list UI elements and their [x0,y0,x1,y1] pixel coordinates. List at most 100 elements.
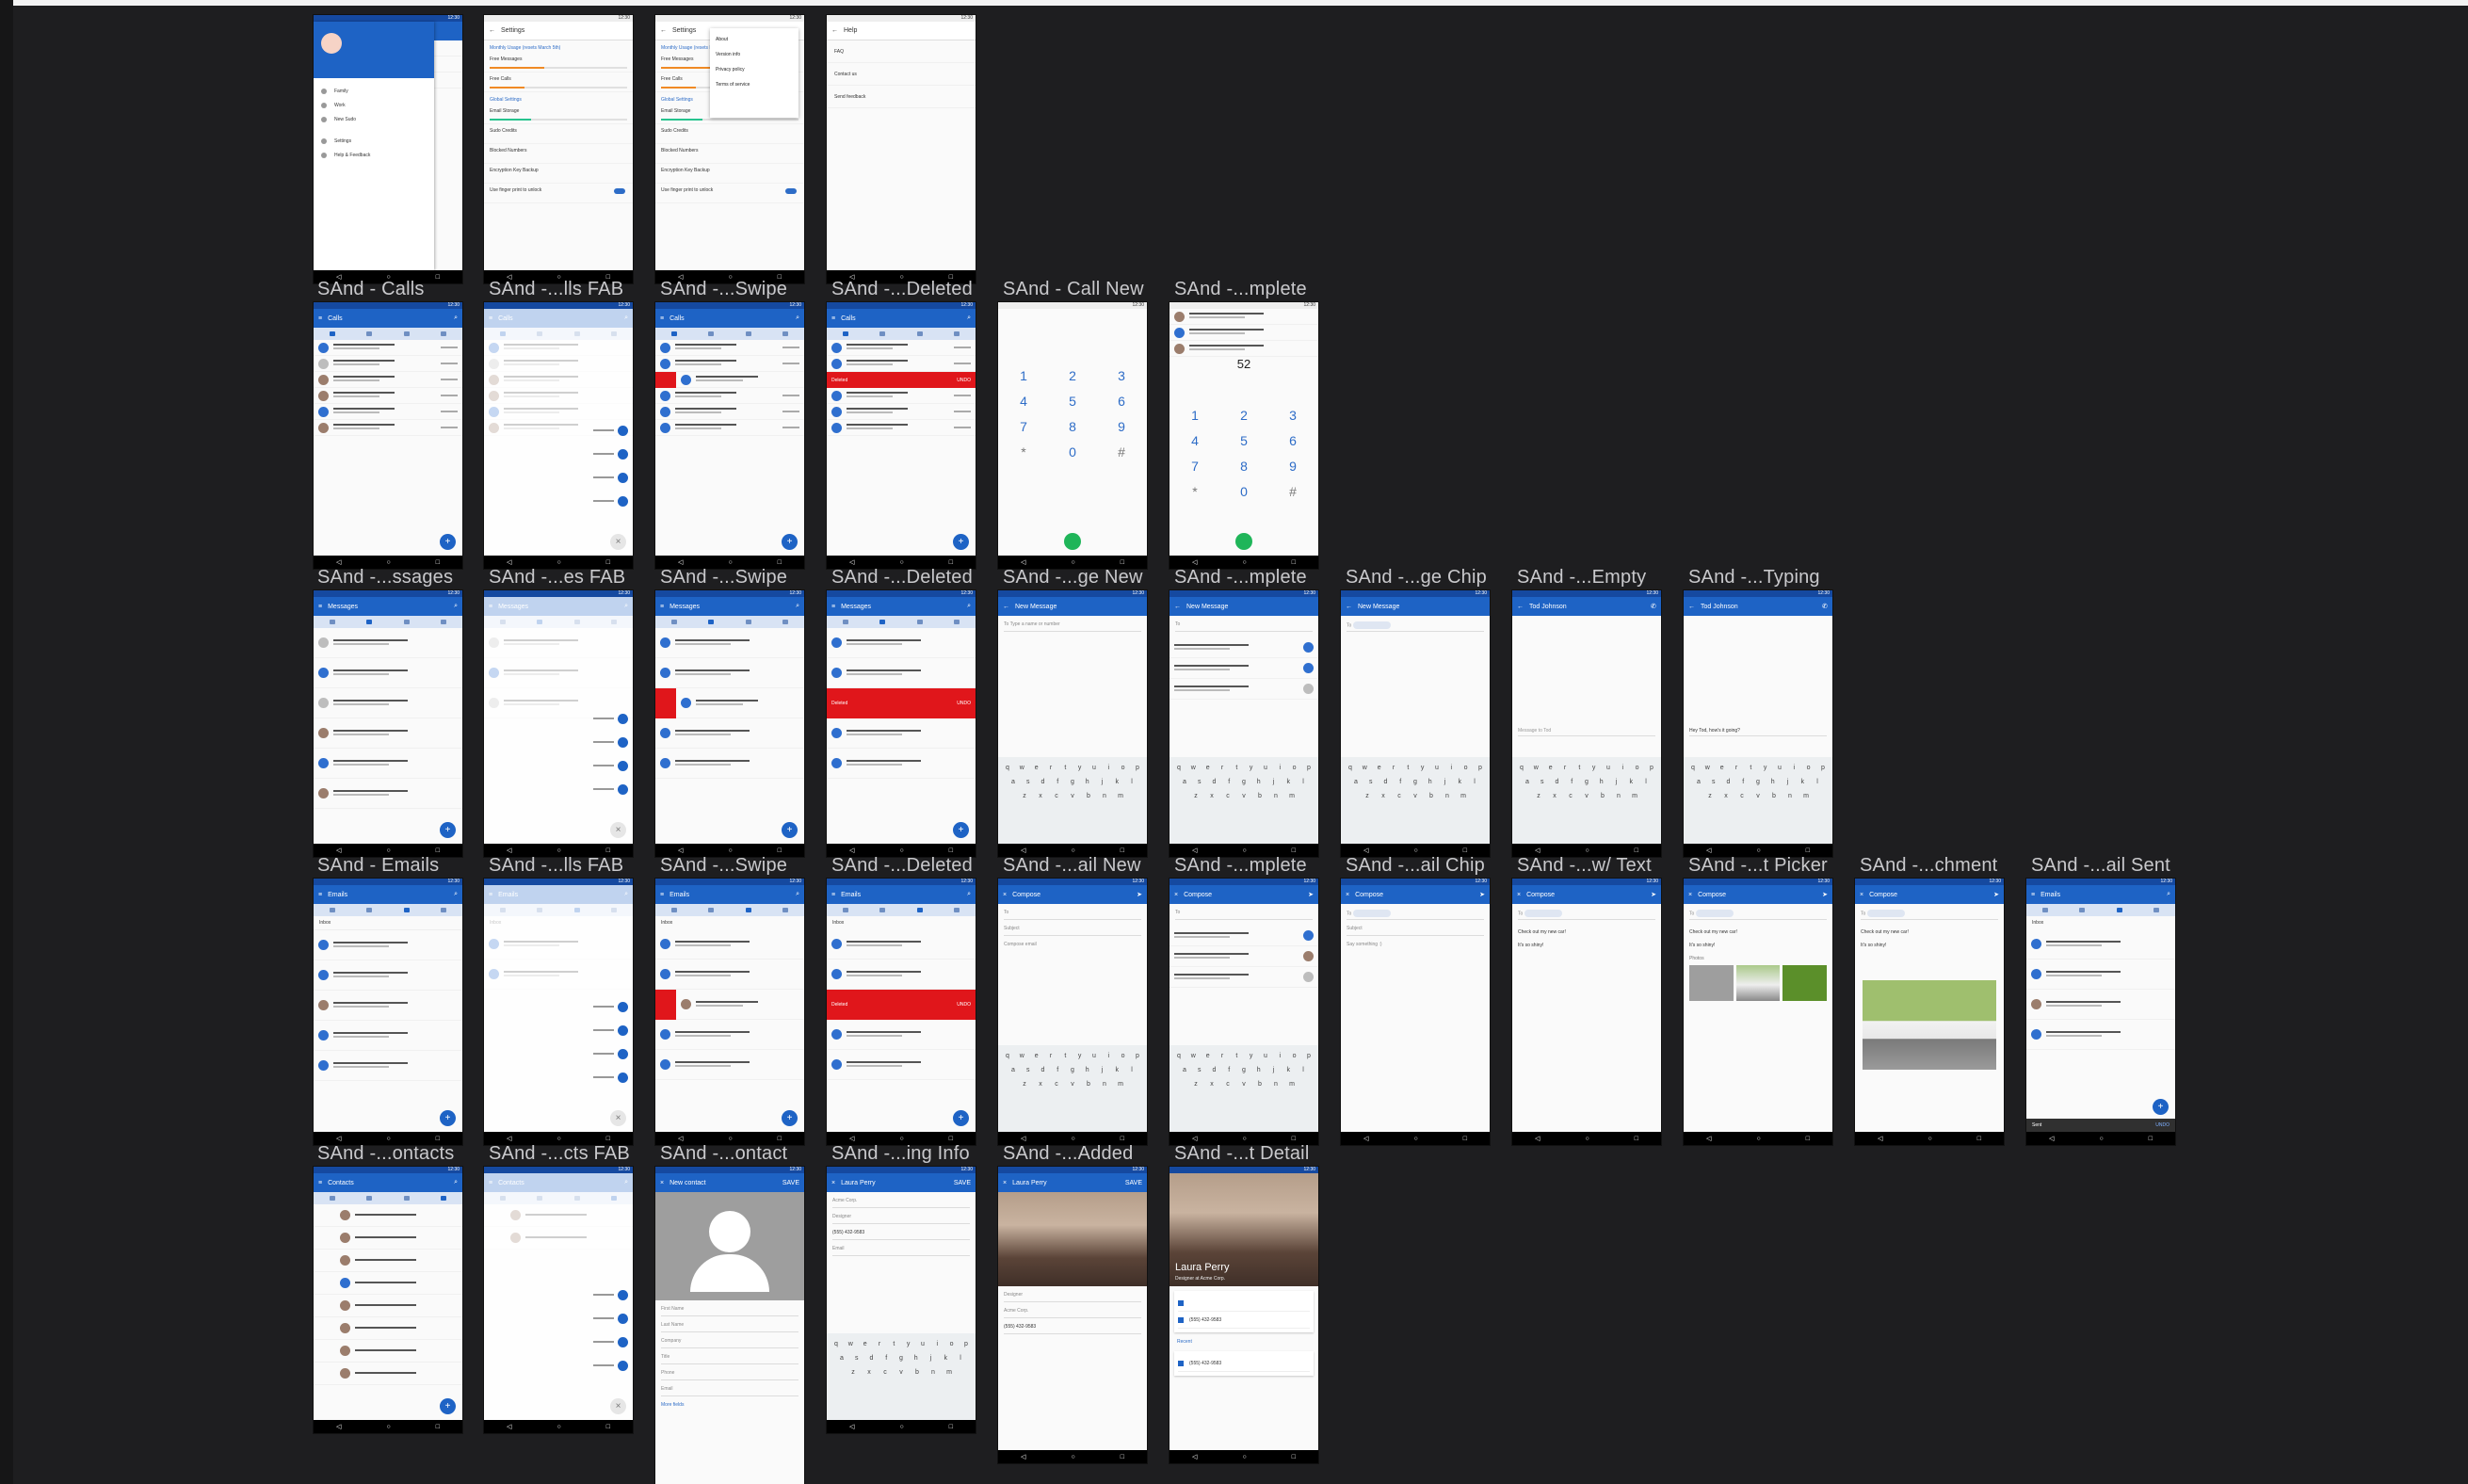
recipient-chip[interactable] [1352,621,1391,629]
company-field[interactable]: Company [661,1338,798,1348]
artboard-emails-deleted[interactable]: 12:30 ≡ Emails ⌕ Inbox Deleted UNDO + ◁ ○ □ [827,879,976,1145]
send-icon[interactable]: ➤ [1137,891,1142,898]
artboard-messages-deleted[interactable]: 12:30 ≡ Messages ⌕ Deleted UNDO + ◁ ○ □ [827,590,976,857]
artboard-messages[interactable]: 12:30 ≡ Messages ⌕ + ◁ ○ □ [314,590,462,857]
call-button[interactable] [1235,533,1252,550]
call-button[interactable] [1064,533,1081,550]
list-item[interactable] [314,404,462,420]
artboard-email-chip[interactable]: 12:30 × Compose ➤ To Subject Say something… [1341,879,1490,1145]
artboard-conversation-empty[interactable]: 12:30 ← Tod Johnson ✆ Message to Tod qwert… [1512,590,1661,857]
drawer-item[interactable]: Family [314,84,434,98]
artboard-contact-detail[interactable]: 12:30 Laura Perry Designer at Acme Corp.… [1169,1167,1318,1463]
search-icon[interactable]: ⌕ [454,315,458,322]
undo-button[interactable]: UNDO [2155,1122,2170,1128]
artboard-messages-swipe[interactable]: 12:30 ≡ Messages ⌕ + ◁ ○ □ [655,590,804,857]
artboard-calls-fab[interactable]: 12:30 ≡Calls⌕ × ◁○□ [484,302,633,569]
list-item[interactable] [314,356,462,372]
save-button[interactable]: SAVE [782,1180,799,1186]
drawer-item[interactable]: Work [314,98,434,112]
swipe-row[interactable] [655,372,804,388]
artboard-settings[interactable]: 12:30 ← Settings Monthly Usage (resets Ma… [484,15,633,283]
artboard-call-new[interactable]: 12:30 123 456 789 * 0 # ◁ ○ □ [998,302,1147,569]
artboard-emails[interactable]: 12:30 ≡ Emails ⌕ Inbox + ◁ ○ □ [314,879,462,1145]
message-input[interactable]: Message to Tod [1518,728,1655,736]
artboard-drawer[interactable]: 12:30 Family Work New Sudo Settings Help… [314,15,462,283]
recipient-field[interactable]: To Type a name or number [1004,621,1141,632]
artboard-messages-fab[interactable]: 12:30 ≡Messages⌕ × ◁○□ [484,590,633,857]
body-field[interactable]: Compose email [1004,942,1141,952]
menu-item-version[interactable]: Version info [710,47,798,62]
artboard-settings-menu[interactable]: 12:30 ← Settings Monthly Usage (resets Ma… [655,15,804,283]
photo-picker[interactable] [1684,965,1832,1001]
list-item[interactable] [314,420,462,436]
artboard-emails-swipe[interactable]: 12:30 ≡ Emails ⌕ Inbox + ◁ ○ □ [655,879,804,1145]
contact-photo-placeholder[interactable] [655,1192,804,1300]
last-name-field[interactable]: Last Name [661,1322,798,1332]
artboard-contacts[interactable]: 12:30 ≡ Contacts ⌕ + ◁ ○ □ [314,1167,462,1433]
new-call-fab[interactable] [618,496,628,507]
artboard-conversation-typing[interactable]: 12:30 ← Tod Johnson ✆ Hey Tod, how's it go… [1684,590,1832,857]
artboard-contact-added[interactable]: 12:30 × Laura Perry SAVE Designer Acme Cor… [998,1167,1147,1463]
artboard-calls[interactable]: 12:30 ≡ Calls ⌕ + ◁ ○ □ [314,302,462,569]
attached-photo[interactable] [1863,980,1996,1070]
artboard-help[interactable]: 12:30 ← Help FAQ Contact us Send feedback… [827,15,976,283]
overflow-menu: About Version info Privacy policy Terms … [710,28,798,118]
artboard-email-attachment[interactable]: 12:30 × Compose ➤ To Check out my new car!… [1855,879,2004,1145]
drawer-item[interactable]: Help & Feedback [314,148,434,162]
artboard-attachment-picker[interactable]: 12:30 × Compose ➤ To Check out my new car!… [1684,879,1832,1145]
menu-item-about[interactable]: About [710,32,798,47]
help-item-contact[interactable]: Contact us [827,63,976,86]
list-item[interactable] [314,340,462,356]
artboard-calls-swipe[interactable]: 12:30 ≡ Calls ⌕ + ◁ ○ □ [655,302,804,569]
menu-icon[interactable]: ≡ [318,315,322,322]
to-field[interactable]: To [1004,910,1141,920]
new-contact-fab[interactable] [618,426,628,436]
artboard-email-with-text[interactable]: 12:30 × Compose ➤ To Check out my new car!… [1512,879,1661,1145]
artboard-email-new[interactable]: 12:30 × Compose ➤ To Subject Compose email… [998,879,1147,1145]
subject-field[interactable]: Subject [1004,926,1141,936]
list-item[interactable] [314,372,462,388]
undo-button[interactable]: UNDO [957,378,971,383]
message-input[interactable]: Hey Tod, how's it going? [1689,728,1827,736]
dial-pad[interactable]: 123 456 789 * 0 # [998,368,1147,470]
tab-bar[interactable] [314,328,462,340]
phone-icon[interactable]: ✆ [1651,603,1656,610]
artboard-calls-deleted[interactable]: 12:30 ≡ Calls ⌕ Deleted UNDO + ◁ ○ □ [827,302,976,569]
new-email-fab[interactable] [618,449,628,460]
email-row[interactable] [1178,1295,1310,1312]
phone-field[interactable]: (555) 432-9583 [832,1230,970,1240]
phone-field[interactable]: Phone [661,1370,798,1380]
artboard-message-chip[interactable]: 12:30 ← New Message To qwertyuiop asdfghj… [1341,590,1490,857]
help-item-feedback[interactable]: Send feedback [827,86,976,108]
title-field[interactable]: Title [661,1354,798,1364]
artboard-call-complete[interactable]: 12:30 52 123 456 789 * 0 # ◁ ○ □ [1169,302,1318,569]
back-icon[interactable]: ← [489,27,495,34]
artboard-email-sent[interactable]: 12:30 ≡ Emails ⌕ Inbox + Sent UNDO ◁ ○ □ [2026,879,2175,1145]
fingerprint-toggle[interactable] [614,188,625,194]
artboard-message-new[interactable]: 12:30 ← New Message To Type a name or num… [998,590,1147,857]
menu-item-privacy[interactable]: Privacy policy [710,62,798,77]
drawer-item[interactable]: New Sudo [314,112,434,126]
artboard-emails-fab[interactable]: 12:30 ≡Emails⌕ Inbox × ◁○□ [484,879,633,1145]
first-name-field[interactable]: First Name [661,1306,798,1316]
more-fields-link[interactable]: More fields [661,1402,798,1412]
artboard-message-complete[interactable]: 12:30 ← New Message To qwertyuiop asdfghj… [1169,590,1318,857]
inbox-selector[interactable]: Inbox [314,916,462,930]
drawer-item[interactable]: Settings [314,134,434,148]
camera-icon[interactable] [1689,965,1734,1001]
menu-item-terms[interactable]: Terms of service [710,77,798,92]
phone-row[interactable]: (555) 432-9583 [1178,1312,1310,1329]
artboard-contact-info[interactable]: 12:30 × Laura Perry SAVE Acme Corp. Design… [827,1167,976,1433]
keyboard[interactable]: qwertyuiop asdfghjkl zxcvbnm [998,757,1147,844]
email-field[interactable]: Email [661,1386,798,1396]
artboard-contacts-fab[interactable]: 12:30 ≡Contacts⌕ × ◁○□ [484,1167,633,1433]
artboard-new-contact[interactable]: 12:30 × New contact SAVE First Name Last N… [655,1167,804,1484]
new-message-fab[interactable] [618,473,628,483]
help-item-faq[interactable]: FAQ [827,40,976,63]
close-fab[interactable]: × [610,534,626,550]
list-item[interactable] [314,388,462,404]
add-fab[interactable]: + [440,534,456,550]
artboard-label: SAnd -...Swipe [660,567,788,588]
contact-photo[interactable] [998,1192,1147,1286]
artboard-email-complete[interactable]: 12:30 × Compose ➤ To qwertyuiop asdfghjkl … [1169,879,1318,1145]
